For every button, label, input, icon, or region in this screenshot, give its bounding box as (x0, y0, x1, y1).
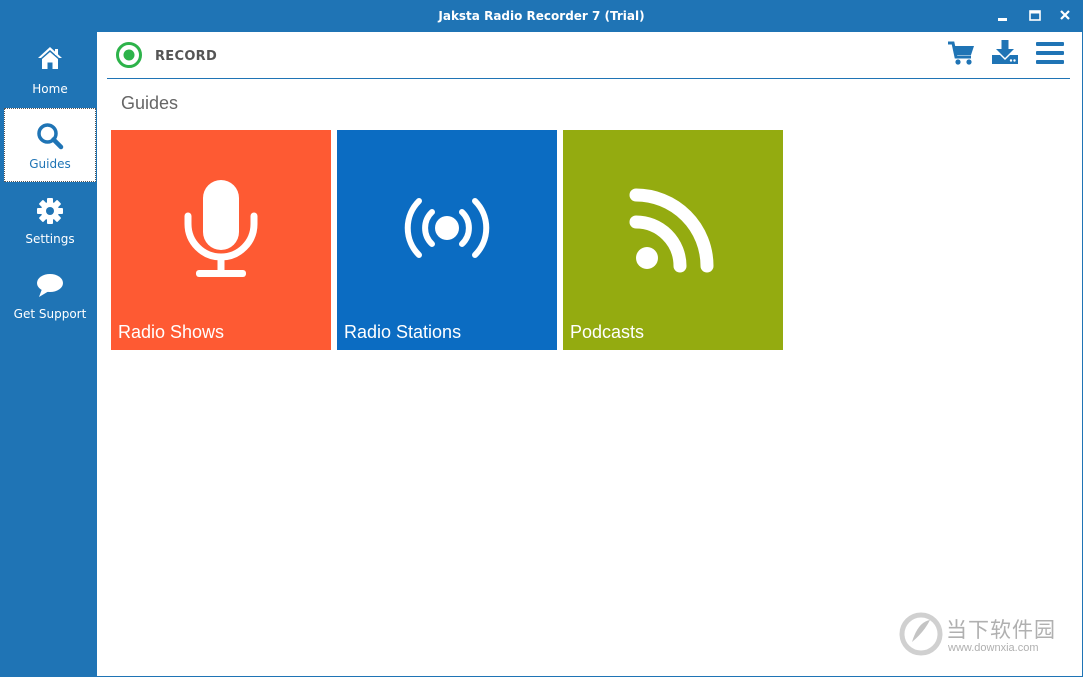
tile-label: Radio Shows (118, 322, 225, 342)
sidebar: Home Guides Settings Get Support (1, 32, 97, 676)
sidebar-item-settings[interactable]: Settings (3, 189, 97, 263)
sidebar-item-guides[interactable]: Guides (4, 108, 96, 182)
tile-label: Radio Stations (344, 322, 462, 342)
minimize-icon (998, 18, 1007, 21)
record-icon (116, 42, 142, 68)
watermark-url: www.downxia.com (948, 642, 1039, 654)
sidebar-item-label: Home (32, 82, 68, 96)
window-title: Jaksta Radio Recorder 7 (Trial) (438, 9, 645, 23)
record-label: RECORD (155, 49, 218, 64)
close-icon (1060, 10, 1070, 20)
minimize-button[interactable] (991, 5, 1015, 27)
watermark: 当下软件园 www.downxia.com (898, 610, 1068, 660)
download-button[interactable] (989, 40, 1021, 70)
page-title: Guides (121, 93, 179, 113)
menu-button[interactable] (1034, 40, 1066, 70)
app-window: Jaksta Radio Recorder 7 (Trial) Home Gui… (0, 0, 1083, 677)
watermark-text: 当下软件园 (946, 618, 1056, 642)
download-icon (992, 40, 1018, 64)
gear-icon (3, 197, 97, 225)
sidebar-item-home[interactable]: Home (3, 38, 97, 112)
broadcast-icon (337, 196, 557, 260)
watermark-logo-icon (899, 612, 943, 656)
sidebar-item-label: Guides (29, 157, 71, 171)
rss-icon (563, 184, 783, 274)
cart-button[interactable] (945, 40, 977, 70)
maximize-button[interactable] (1023, 5, 1047, 27)
tile-label: Podcasts (570, 322, 645, 342)
maximize-icon (1029, 10, 1041, 21)
close-button[interactable] (1053, 5, 1077, 27)
chat-bubble-icon (3, 273, 97, 299)
home-icon (3, 46, 97, 70)
menu-icon (1036, 42, 1064, 64)
tile-podcasts[interactable]: Podcasts (563, 130, 783, 350)
title-bar[interactable]: Jaksta Radio Recorder 7 (Trial) (1, 1, 1082, 32)
sidebar-item-label: Settings (25, 232, 75, 246)
tile-radio-shows[interactable]: Radio Shows (111, 130, 331, 350)
cart-icon (948, 41, 974, 65)
sidebar-item-label: Get Support (13, 307, 87, 321)
microphone-icon (111, 174, 331, 284)
header-bar: RECORD (107, 32, 1070, 79)
search-icon (5, 122, 95, 150)
tile-radio-stations[interactable]: Radio Stations (337, 130, 557, 350)
sidebar-item-get-support[interactable]: Get Support (3, 264, 97, 338)
